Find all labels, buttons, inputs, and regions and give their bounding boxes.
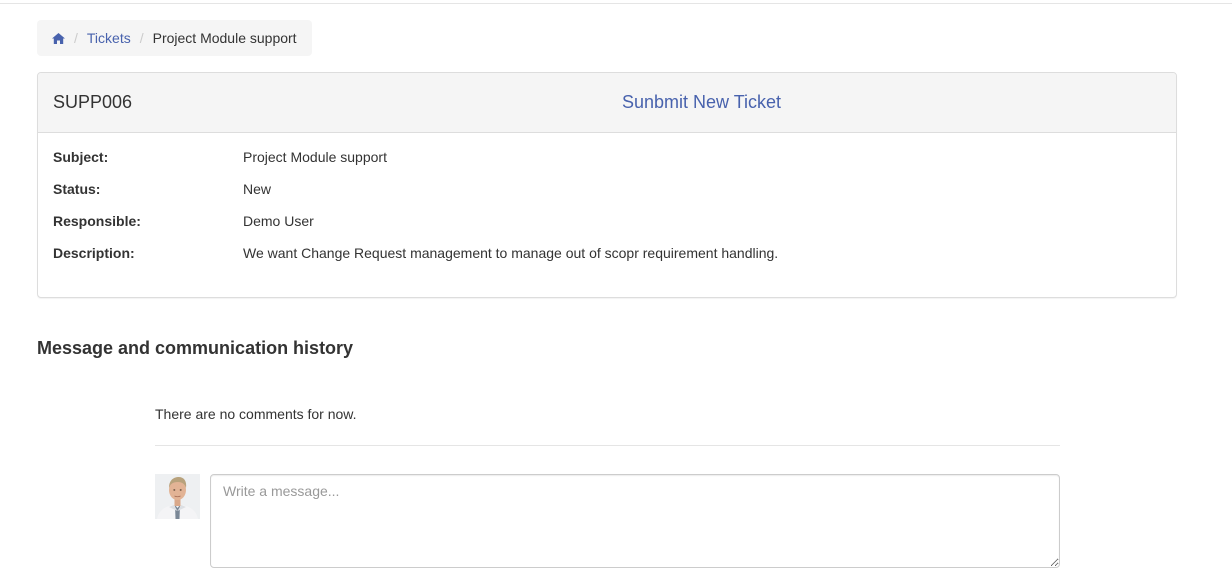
ticket-field-row: Status: New [53,181,1161,213]
divider [155,445,1060,446]
description-label: Description: [53,245,135,261]
ticket-panel: SUPP006 Sunbmit New Ticket Subject: Proj… [37,72,1177,298]
ticket-field-row: Description: We want Change Request mana… [53,245,1161,277]
no-comments-text: There are no comments for now. [155,406,357,422]
avatar [155,474,200,519]
ticket-field-row: Subject: Project Module support [53,149,1161,181]
breadcrumb-link-tickets[interactable]: Tickets [87,30,131,46]
submit-new-ticket-link[interactable]: Sunbmit New Ticket [622,92,781,113]
history-title: Message and communication history [37,338,354,358]
breadcrumb-separator: / [74,30,78,46]
breadcrumb-separator: / [139,30,144,46]
responsible-label: Responsible: [53,213,141,229]
ticket-details: Subject: Project Module support Status: … [38,133,1176,293]
breadcrumb-current: Project Module support [152,30,297,46]
home-icon[interactable] [52,32,65,44]
status-label: Status: [53,181,101,197]
ticket-id: SUPP006 [53,92,133,112]
subject-value: Project Module support [243,149,387,165]
responsible-value: Demo User [243,213,314,229]
subject-label: Subject: [53,149,109,165]
ticket-panel-heading: SUPP006 Sunbmit New Ticket [38,73,1176,133]
description-value: We want Change Request management to man… [243,245,779,261]
message-input[interactable] [210,474,1060,568]
breadcrumb: / Tickets / Project Module support [37,20,312,56]
top-navbar-edge [0,0,1232,4]
status-value: New [243,181,272,197]
ticket-field-row: Responsible: Demo User [53,213,1161,245]
